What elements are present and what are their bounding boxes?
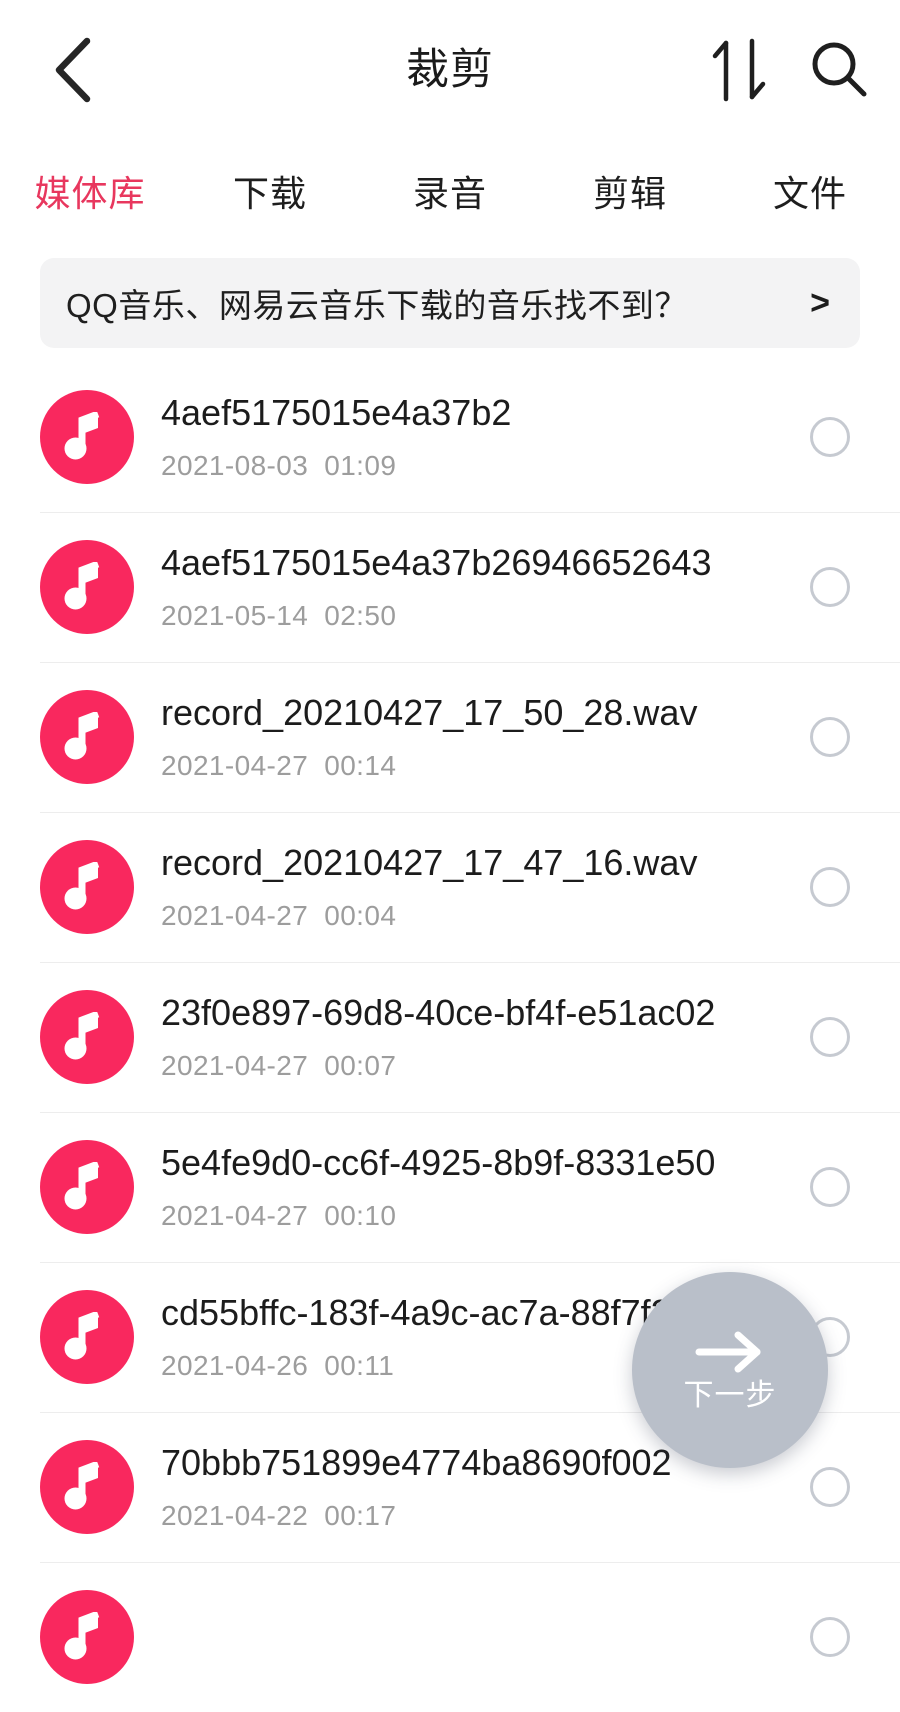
table-row[interactable]: 4aef5175015e4a37b2 2021-08-03 01:09 [0, 362, 900, 512]
audio-file-list: 4aef5175015e4a37b2 2021-08-03 01:09 4aef5… [0, 362, 900, 1712]
select-radio[interactable] [810, 867, 850, 907]
time-value: 00:10 [324, 1199, 397, 1231]
music-note-icon [40, 390, 134, 484]
music-note-icon [40, 690, 134, 784]
table-row[interactable] [0, 1562, 900, 1712]
sort-arrows-icon [710, 37, 768, 103]
music-not-found-banner[interactable]: QQ音乐、网易云音乐下载的音乐找不到？ > [40, 258, 860, 348]
music-note-icon [40, 840, 134, 934]
tab-recordings[interactable]: 录音 [360, 176, 540, 212]
music-note-icon [40, 540, 134, 634]
file-date: 2021-05-14 02:50 [161, 600, 790, 632]
date-value: 2021-04-27 [161, 899, 309, 931]
file-name: 23f0e897-69d8-40ce-bf4f-e51ac02 [161, 992, 716, 1034]
tab-bar: 媒体库 下载 录音 剪辑 文件 [0, 140, 900, 248]
header-actions [706, 22, 872, 118]
file-date: 2021-04-27 00:07 [161, 1050, 790, 1082]
file-name: 4aef5175015e4a37b2 [161, 392, 512, 434]
table-row[interactable]: 5e4fe9d0-cc6f-4925-8b9f-8331e50 2021-04-… [0, 1112, 900, 1262]
date-value: 2021-04-27 [161, 1199, 309, 1231]
banner-text: QQ音乐、网易云音乐下载的音乐找不到？ [66, 287, 688, 324]
sort-button[interactable] [706, 37, 772, 103]
table-row[interactable]: 4aef5175015e4a37b26946652643 2021-05-14 0… [0, 512, 900, 662]
file-date: 2021-04-27 00:04 [161, 900, 790, 932]
date-value: 2021-08-03 [161, 449, 309, 481]
app-header: 裁剪 [0, 0, 900, 140]
arrow-right-icon [693, 1329, 767, 1375]
search-button[interactable] [806, 37, 872, 103]
select-radio[interactable] [810, 1467, 850, 1507]
date-value: 2021-04-22 [161, 1499, 309, 1531]
file-date: 2021-04-27 00:14 [161, 750, 790, 782]
table-row[interactable]: record_20210427_17_47_16.wav 2021-04-27 0… [0, 812, 900, 962]
search-icon [808, 39, 870, 101]
file-date: 2021-04-22 00:17 [161, 1500, 790, 1532]
row-body: 5e4fe9d0-cc6f-4925-8b9f-8331e50 2021-04-… [161, 1142, 790, 1231]
time-value: 02:50 [324, 599, 397, 631]
tab-downloads[interactable]: 下载 [180, 176, 360, 212]
file-date: 2021-08-03 01:09 [161, 450, 790, 482]
table-row[interactable]: record_20210427_17_50_28.wav 2021-04-27 0… [0, 662, 900, 812]
music-note-icon [40, 1440, 134, 1534]
select-radio[interactable] [810, 1167, 850, 1207]
time-value: 00:04 [324, 899, 397, 931]
row-body: 4aef5175015e4a37b26946652643 2021-05-14 0… [161, 542, 790, 631]
row-body: 4aef5175015e4a37b2 2021-08-03 01:09 [161, 392, 790, 481]
row-body: record_20210427_17_50_28.wav 2021-04-27 0… [161, 692, 790, 781]
select-radio[interactable] [810, 1617, 850, 1657]
time-value: 00:07 [324, 1049, 397, 1081]
time-value: 00:17 [324, 1499, 397, 1531]
row-body: 23f0e897-69d8-40ce-bf4f-e51ac02 2021-04-… [161, 992, 790, 1081]
next-step-label: 下一步 [683, 1379, 777, 1412]
row-body: record_20210427_17_47_16.wav 2021-04-27 0… [161, 842, 790, 931]
time-value: 00:11 [324, 1349, 395, 1381]
music-note-icon [40, 990, 134, 1084]
tab-files[interactable]: 文件 [720, 176, 900, 212]
file-date: 2021-04-27 00:10 [161, 1200, 790, 1232]
banner-container: QQ音乐、网易云音乐下载的音乐找不到？ > [0, 248, 900, 348]
time-value: 01:09 [324, 449, 397, 481]
time-value: 00:14 [324, 749, 397, 781]
file-name: record_20210427_17_47_16.wav [161, 842, 698, 884]
music-note-icon [40, 1140, 134, 1234]
date-value: 2021-04-26 [161, 1349, 309, 1381]
file-name: 4aef5175015e4a37b26946652643 [161, 542, 712, 584]
next-step-fab[interactable]: 下一步 [632, 1272, 828, 1468]
date-value: 2021-04-27 [161, 749, 309, 781]
select-radio[interactable] [810, 717, 850, 757]
select-radio[interactable] [810, 417, 850, 457]
chevron-right-icon: > [810, 284, 830, 322]
select-radio[interactable] [810, 567, 850, 607]
date-value: 2021-05-14 [161, 599, 309, 631]
file-name: 5e4fe9d0-cc6f-4925-8b9f-8331e50 [161, 1142, 716, 1184]
music-note-icon [40, 1290, 134, 1384]
tab-edits[interactable]: 剪辑 [540, 176, 720, 212]
music-note-icon [40, 1590, 134, 1684]
table-row[interactable]: 23f0e897-69d8-40ce-bf4f-e51ac02 2021-04-… [0, 962, 900, 1112]
file-name: record_20210427_17_50_28.wav [161, 692, 698, 734]
select-radio[interactable] [810, 1017, 850, 1057]
date-value: 2021-04-27 [161, 1049, 309, 1081]
tab-media-library[interactable]: 媒体库 [0, 176, 180, 212]
